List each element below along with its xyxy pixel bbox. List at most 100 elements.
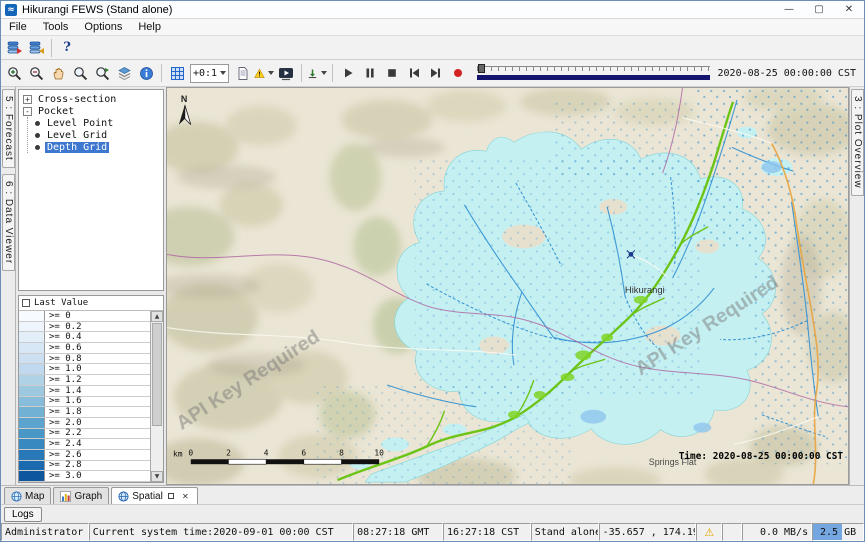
legend-row: >= 0.2: [19, 322, 150, 333]
tab-forecast[interactable]: 5 : Forecast: [2, 89, 15, 168]
animation-button[interactable]: [275, 62, 297, 84]
town-label: Hikurangi: [625, 284, 665, 295]
first-frame-button[interactable]: [403, 62, 425, 84]
tree-item-level-grid[interactable]: Level Grid: [32, 129, 161, 141]
legend-swatch: [19, 429, 45, 439]
map-viewport: API Key Required API Key Required Hikura…: [166, 87, 849, 485]
record-button[interactable]: [447, 62, 469, 84]
menu-file[interactable]: File: [1, 20, 35, 34]
record-icon: [451, 66, 465, 80]
tab-graph[interactable]: Graph: [53, 487, 109, 504]
pan-button[interactable]: [47, 62, 69, 84]
left-tab-strip: 5 : Forecast 6 : Data Viewer: [1, 87, 16, 485]
chevron-down-icon: [321, 71, 327, 75]
undock-panel-button[interactable]: [166, 491, 177, 502]
help-icon: ?: [63, 40, 71, 55]
last-frame-button[interactable]: [425, 62, 447, 84]
maximize-button[interactable]: ▢: [804, 1, 834, 18]
status-coordinates: -35.657 , 174.199: [599, 523, 697, 541]
status-bar: Administrator Current system time:2020-0…: [1, 523, 864, 541]
selected-tree-item[interactable]: Depth Grid: [45, 142, 109, 153]
menu-options[interactable]: Options: [76, 20, 130, 34]
legend-swatch: [19, 397, 45, 407]
help-button[interactable]: ?: [56, 37, 78, 59]
legend-row: >= 1.2: [19, 375, 150, 386]
tab-map[interactable]: Map: [4, 487, 51, 504]
status-gmt-time: 08:27:18 GMT: [353, 523, 443, 541]
info-icon: [139, 66, 154, 81]
play-button[interactable]: [337, 62, 359, 84]
tree-item-cross-section[interactable]: + Cross-section: [21, 93, 161, 105]
legend-rows: >= 0 >= 0.2 >= 0.4 >= 0.6 >= 0.8 >= 1.0 …: [19, 311, 150, 482]
export-database-button[interactable]: [25, 37, 47, 59]
chart-icon: [60, 491, 71, 502]
zoom-previous-button[interactable]: [69, 62, 91, 84]
legend-row: >= 0.6: [19, 343, 150, 354]
time-interval-value: +0:1: [193, 68, 217, 79]
globe-icon: [11, 491, 22, 502]
tab-plot-overview[interactable]: 3 : Plot Overview: [851, 89, 864, 196]
pause-icon: [363, 66, 377, 80]
tab-data-viewer[interactable]: 6 : Data Viewer: [2, 174, 15, 271]
timeline-handle[interactable]: [478, 64, 485, 73]
open-database-button[interactable]: [3, 37, 25, 59]
menu-tools[interactable]: Tools: [35, 20, 77, 34]
legend-swatch: [19, 439, 45, 449]
zoom-next-button[interactable]: [91, 62, 113, 84]
stop-button[interactable]: [381, 62, 403, 84]
tree-item-depth-grid[interactable]: Depth Grid: [32, 141, 161, 153]
logs-row: Logs: [1, 504, 864, 523]
database-teal-icon: [28, 39, 45, 56]
scroll-up-icon[interactable]: ▲: [151, 311, 163, 322]
close-button[interactable]: ✕: [834, 1, 864, 18]
zoom-in-button[interactable]: [3, 62, 25, 84]
layers-button[interactable]: [113, 62, 135, 84]
legend-header: Last Value: [19, 296, 163, 311]
info-button[interactable]: [135, 62, 157, 84]
menu-help[interactable]: Help: [130, 20, 169, 34]
logs-button[interactable]: Logs: [4, 507, 42, 522]
import-button[interactable]: [306, 62, 328, 84]
warnings-button[interactable]: [253, 62, 275, 84]
menu-bar: File Tools Options Help: [1, 19, 864, 36]
tab-spatial[interactable]: Spatial ✕: [111, 487, 198, 504]
map-canvas[interactable]: API Key Required API Key Required Hikura…: [167, 88, 848, 484]
tree-item-pocket[interactable]: - Pocket: [21, 105, 161, 117]
layer-tree: + Cross-section - Pocket Level Point Lev…: [18, 89, 164, 291]
timeline-slider[interactable]: [477, 64, 709, 82]
toolbar-separator: [301, 64, 302, 82]
pan-hand-icon: [51, 66, 66, 81]
expander-expanded-icon[interactable]: -: [23, 107, 32, 116]
status-memory: 2.5 GB: [812, 523, 864, 541]
legend-swatch: [19, 332, 45, 342]
zoom-out-button[interactable]: [25, 62, 47, 84]
minimize-button[interactable]: —: [774, 1, 804, 18]
scroll-down-icon[interactable]: ▼: [151, 471, 163, 482]
document-button[interactable]: [231, 62, 253, 84]
tree-children: Level Point Level Grid Depth Grid: [27, 117, 161, 153]
legend-panel: Last Value >= 0 >= 0.2 >= 0.4 >= 0.6 >= …: [18, 295, 164, 483]
pause-button[interactable]: [359, 62, 381, 84]
time-interval-combo[interactable]: +0:1: [190, 64, 229, 83]
tree-item-level-point[interactable]: Level Point: [32, 117, 161, 129]
close-panel-button[interactable]: ✕: [180, 491, 191, 502]
left-panel: + Cross-section - Pocket Level Point Lev…: [16, 87, 166, 485]
scrollbar-thumb[interactable]: [152, 323, 162, 426]
expander-collapsed-icon[interactable]: +: [23, 95, 32, 104]
toolbar-separator: [161, 64, 162, 82]
chevron-down-icon: [268, 71, 274, 75]
warning-icon: ⚠: [704, 526, 714, 539]
legend-scrollbar[interactable]: ▲ ▼: [150, 311, 163, 482]
status-warning[interactable]: ⚠: [696, 523, 722, 541]
legend-swatch: [19, 322, 45, 332]
bullet-icon: [35, 121, 40, 126]
title-bar: ≈ Hikurangi FEWS (Stand alone) — ▢ ✕: [1, 1, 864, 19]
last-value-checkbox[interactable]: [22, 299, 30, 307]
svg-text:8: 8: [339, 448, 344, 457]
grid-display-button[interactable]: [166, 62, 188, 84]
grid-icon: [170, 66, 185, 81]
legend-swatch: [19, 450, 45, 460]
legend-row: >= 0.8: [19, 354, 150, 365]
timeline-range-bar: [477, 75, 709, 80]
skip-back-icon: [407, 66, 421, 80]
